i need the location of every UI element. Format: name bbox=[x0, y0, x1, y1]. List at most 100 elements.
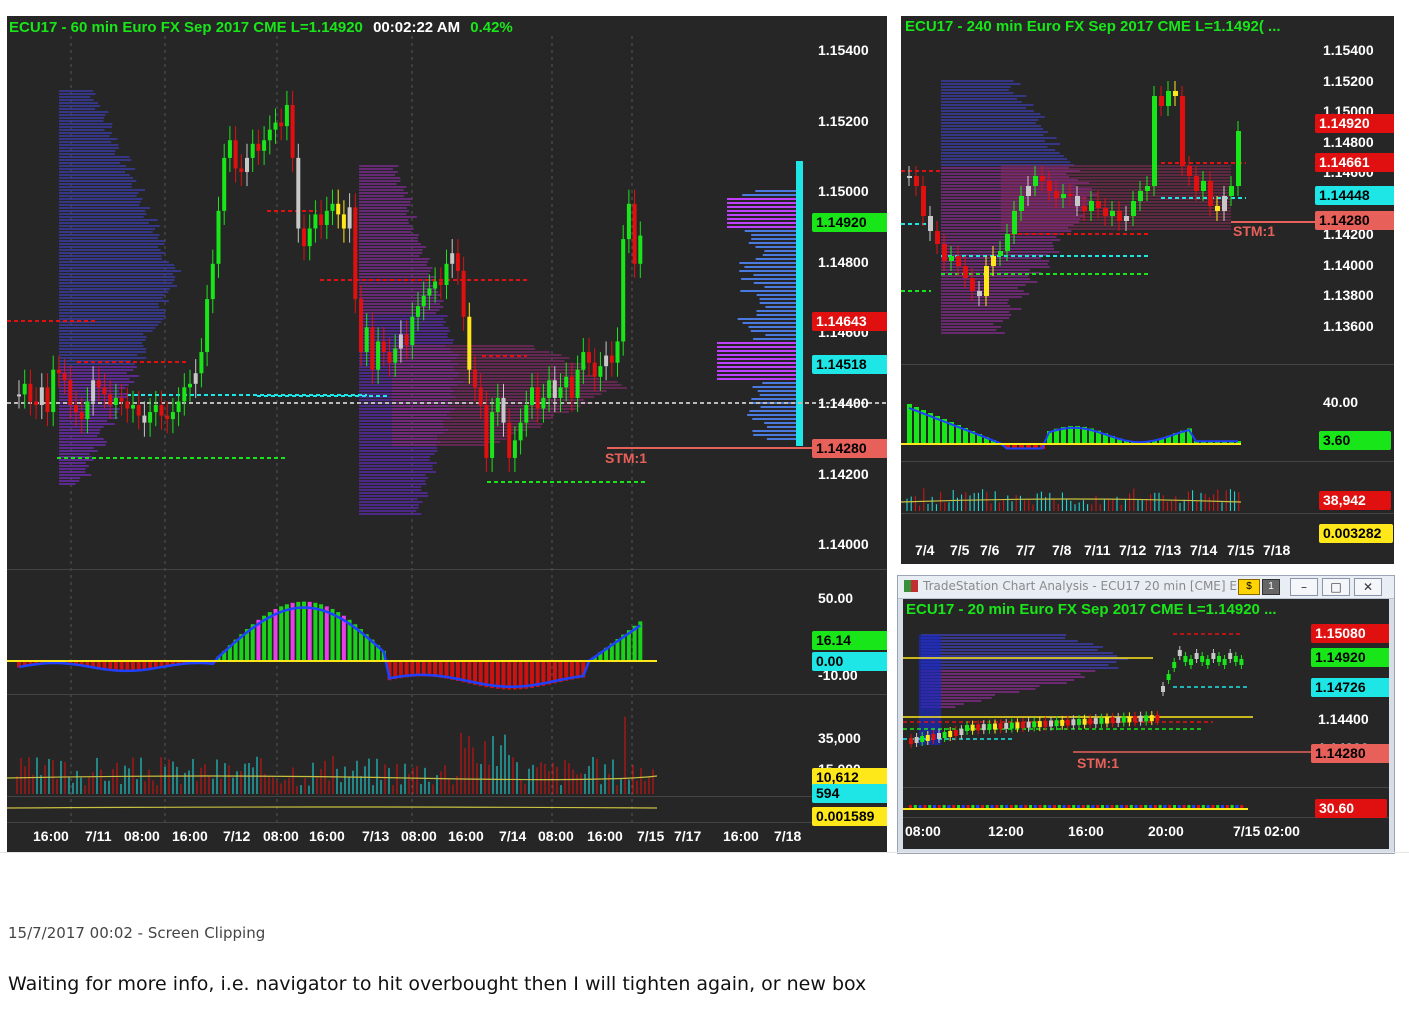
candle-body bbox=[914, 176, 919, 186]
time-axis-label: 7/14 bbox=[499, 828, 527, 844]
candle-body bbox=[632, 203, 637, 264]
candle-body bbox=[1194, 176, 1199, 191]
candle-body bbox=[182, 387, 187, 402]
candle-body bbox=[273, 122, 278, 130]
indicator-line bbox=[7, 806, 658, 809]
candle-body bbox=[34, 401, 39, 405]
candle-body bbox=[1124, 216, 1129, 221]
candle-body bbox=[455, 253, 460, 271]
candle-body bbox=[39, 387, 44, 405]
time-axis-label: 7/8 bbox=[1052, 542, 1072, 558]
price-axis-label: 1.14000 bbox=[818, 536, 869, 553]
candle-body bbox=[410, 316, 415, 345]
candle-body bbox=[131, 405, 135, 409]
time-axis-label: 08:00 bbox=[124, 828, 160, 844]
close-button[interactable]: ✕ bbox=[1354, 578, 1382, 596]
price-axis-label: 1.15200 bbox=[818, 112, 869, 129]
candle-body bbox=[330, 203, 335, 211]
candle-body bbox=[216, 210, 221, 264]
candle-body bbox=[336, 203, 341, 215]
chart-60min-panel[interactable]: ECU17 - 60 min Euro FX Sep 2017 CME L=1.… bbox=[7, 16, 887, 852]
candle-body bbox=[1145, 186, 1150, 191]
chart-20min-window[interactable]: TradeStation Chart Analysis - ECU17 20 m… bbox=[897, 575, 1395, 854]
osc-tag-20: 30.60 bbox=[1315, 799, 1387, 818]
candle-body bbox=[1103, 208, 1108, 216]
candle-body bbox=[518, 422, 523, 441]
time-axis-label: 7/5 bbox=[950, 542, 970, 558]
candle-body bbox=[963, 266, 968, 278]
oscillator-bar bbox=[296, 601, 301, 661]
candle-body bbox=[22, 383, 27, 395]
candle-body bbox=[267, 129, 272, 141]
oscillator-bar bbox=[336, 612, 341, 661]
indicator-tag-240: 0.003282 bbox=[1319, 524, 1393, 543]
candle-body bbox=[222, 157, 227, 211]
candle-body bbox=[421, 295, 426, 307]
candle-body bbox=[1110, 211, 1115, 216]
time-axis-label: 16:00 bbox=[723, 828, 759, 844]
chart-20min-panel[interactable]: ECU17 - 20 min Euro FX Sep 2017 CME L=1.… bbox=[903, 599, 1389, 849]
chart-240min-panel[interactable]: ECU17 - 240 min Euro FX Sep 2017 CME L=1… bbox=[901, 16, 1394, 564]
price-axis-label: 1.14800 bbox=[1323, 134, 1374, 150]
profile-base bbox=[919, 635, 941, 745]
candle-body bbox=[165, 415, 170, 420]
time-axis-label: 16:00 bbox=[1068, 823, 1104, 839]
window-titlebar[interactable]: TradeStation Chart Analysis - ECU17 20 m… bbox=[898, 576, 1394, 599]
candle-body bbox=[478, 387, 483, 405]
oscillator-bar bbox=[313, 602, 318, 661]
grid-icon[interactable]: 1 bbox=[1262, 579, 1280, 595]
candle-body bbox=[85, 401, 90, 420]
candle-body bbox=[558, 387, 563, 398]
candle-body bbox=[239, 168, 244, 173]
oscillator-bar bbox=[319, 604, 324, 661]
candle-body bbox=[1040, 176, 1045, 181]
clipping-timestamp: 15/7/2017 00:02 - Screen Clipping bbox=[8, 924, 266, 942]
candle-body bbox=[1215, 206, 1220, 211]
app-icon bbox=[904, 580, 918, 592]
note-text[interactable]: Waiting for more info, i.e. navigator to… bbox=[8, 973, 866, 995]
price-axis-label: 1.15000 bbox=[818, 183, 869, 200]
price-axis-label: 1.14200 bbox=[818, 465, 869, 482]
chart-60min-plot[interactable] bbox=[7, 16, 887, 852]
price-axis-label: 1.14400 bbox=[1318, 711, 1369, 727]
candle-body bbox=[319, 214, 324, 225]
osc-axis-label-240: 40.00 bbox=[1323, 394, 1359, 410]
candle-body bbox=[193, 373, 198, 384]
symbol-link-icon[interactable]: $ bbox=[1238, 579, 1260, 595]
candle-body bbox=[615, 341, 620, 363]
candle-body bbox=[547, 380, 552, 398]
price-tag: 1.14726 bbox=[1311, 678, 1389, 697]
price-axis-label: 1.15400 bbox=[818, 42, 869, 58]
price-axis-label: 1.13800 bbox=[1323, 287, 1374, 303]
time-axis-label: 7/11 bbox=[1084, 542, 1111, 558]
minimize-button[interactable]: – bbox=[1290, 578, 1318, 596]
candle-body bbox=[935, 231, 940, 244]
time-axis-label: 7/12 bbox=[223, 828, 251, 844]
chart-240min-plot[interactable] bbox=[901, 16, 1394, 564]
price-tag: 1.14280 bbox=[1311, 744, 1389, 763]
oscillator-bar bbox=[302, 601, 306, 661]
candle-body bbox=[1005, 234, 1010, 251]
time-axis-label: 08:00 bbox=[538, 828, 574, 844]
candle-body bbox=[79, 412, 84, 420]
candle-body bbox=[928, 216, 933, 231]
candle-body bbox=[74, 405, 78, 413]
candle-body bbox=[444, 263, 449, 285]
price-tag: 1.15080 bbox=[1311, 624, 1389, 643]
candle-body bbox=[96, 380, 101, 388]
maximize-button[interactable]: □ bbox=[1322, 578, 1350, 596]
stm-label: STM:1 bbox=[605, 450, 647, 466]
candle-body bbox=[490, 412, 495, 458]
candle-body bbox=[159, 405, 164, 416]
price-axis-label: 1.14800 bbox=[818, 253, 869, 270]
candle-body bbox=[495, 397, 500, 413]
candle-body bbox=[1173, 91, 1178, 96]
candle-body bbox=[1208, 181, 1213, 206]
candle-body bbox=[313, 214, 318, 229]
candle-body bbox=[279, 122, 284, 127]
candle-body bbox=[427, 288, 432, 296]
candle-body bbox=[484, 405, 489, 458]
candle-body bbox=[1152, 96, 1157, 186]
oscillator-bar bbox=[290, 602, 295, 661]
time-axis-label: 7/7 bbox=[1016, 542, 1036, 558]
